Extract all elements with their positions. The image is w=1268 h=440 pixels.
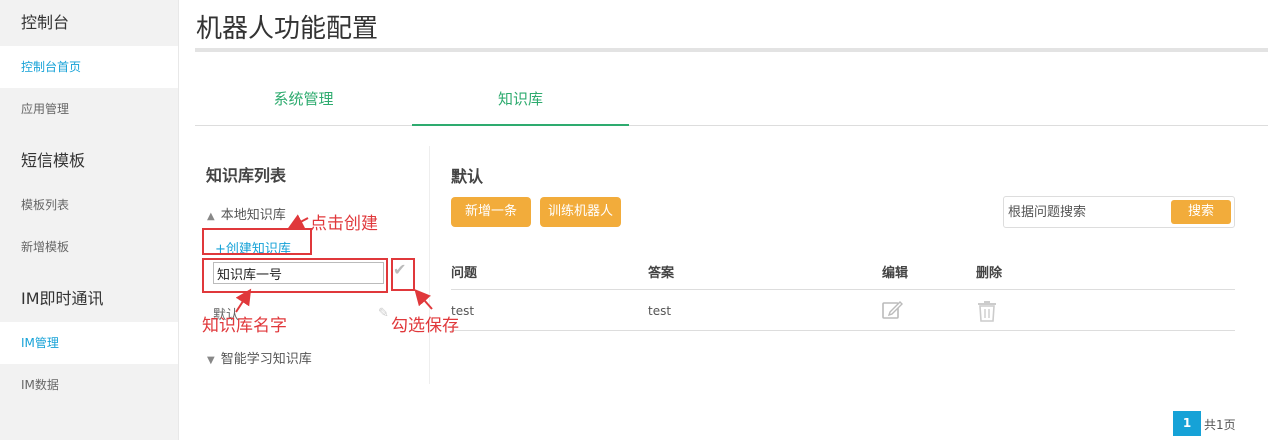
arrow-to-checkmark bbox=[414, 289, 433, 310]
annotation-arrows bbox=[235, 214, 433, 313]
arrow-to-name-input bbox=[235, 288, 252, 313]
arrow-to-create-link bbox=[287, 214, 309, 229]
